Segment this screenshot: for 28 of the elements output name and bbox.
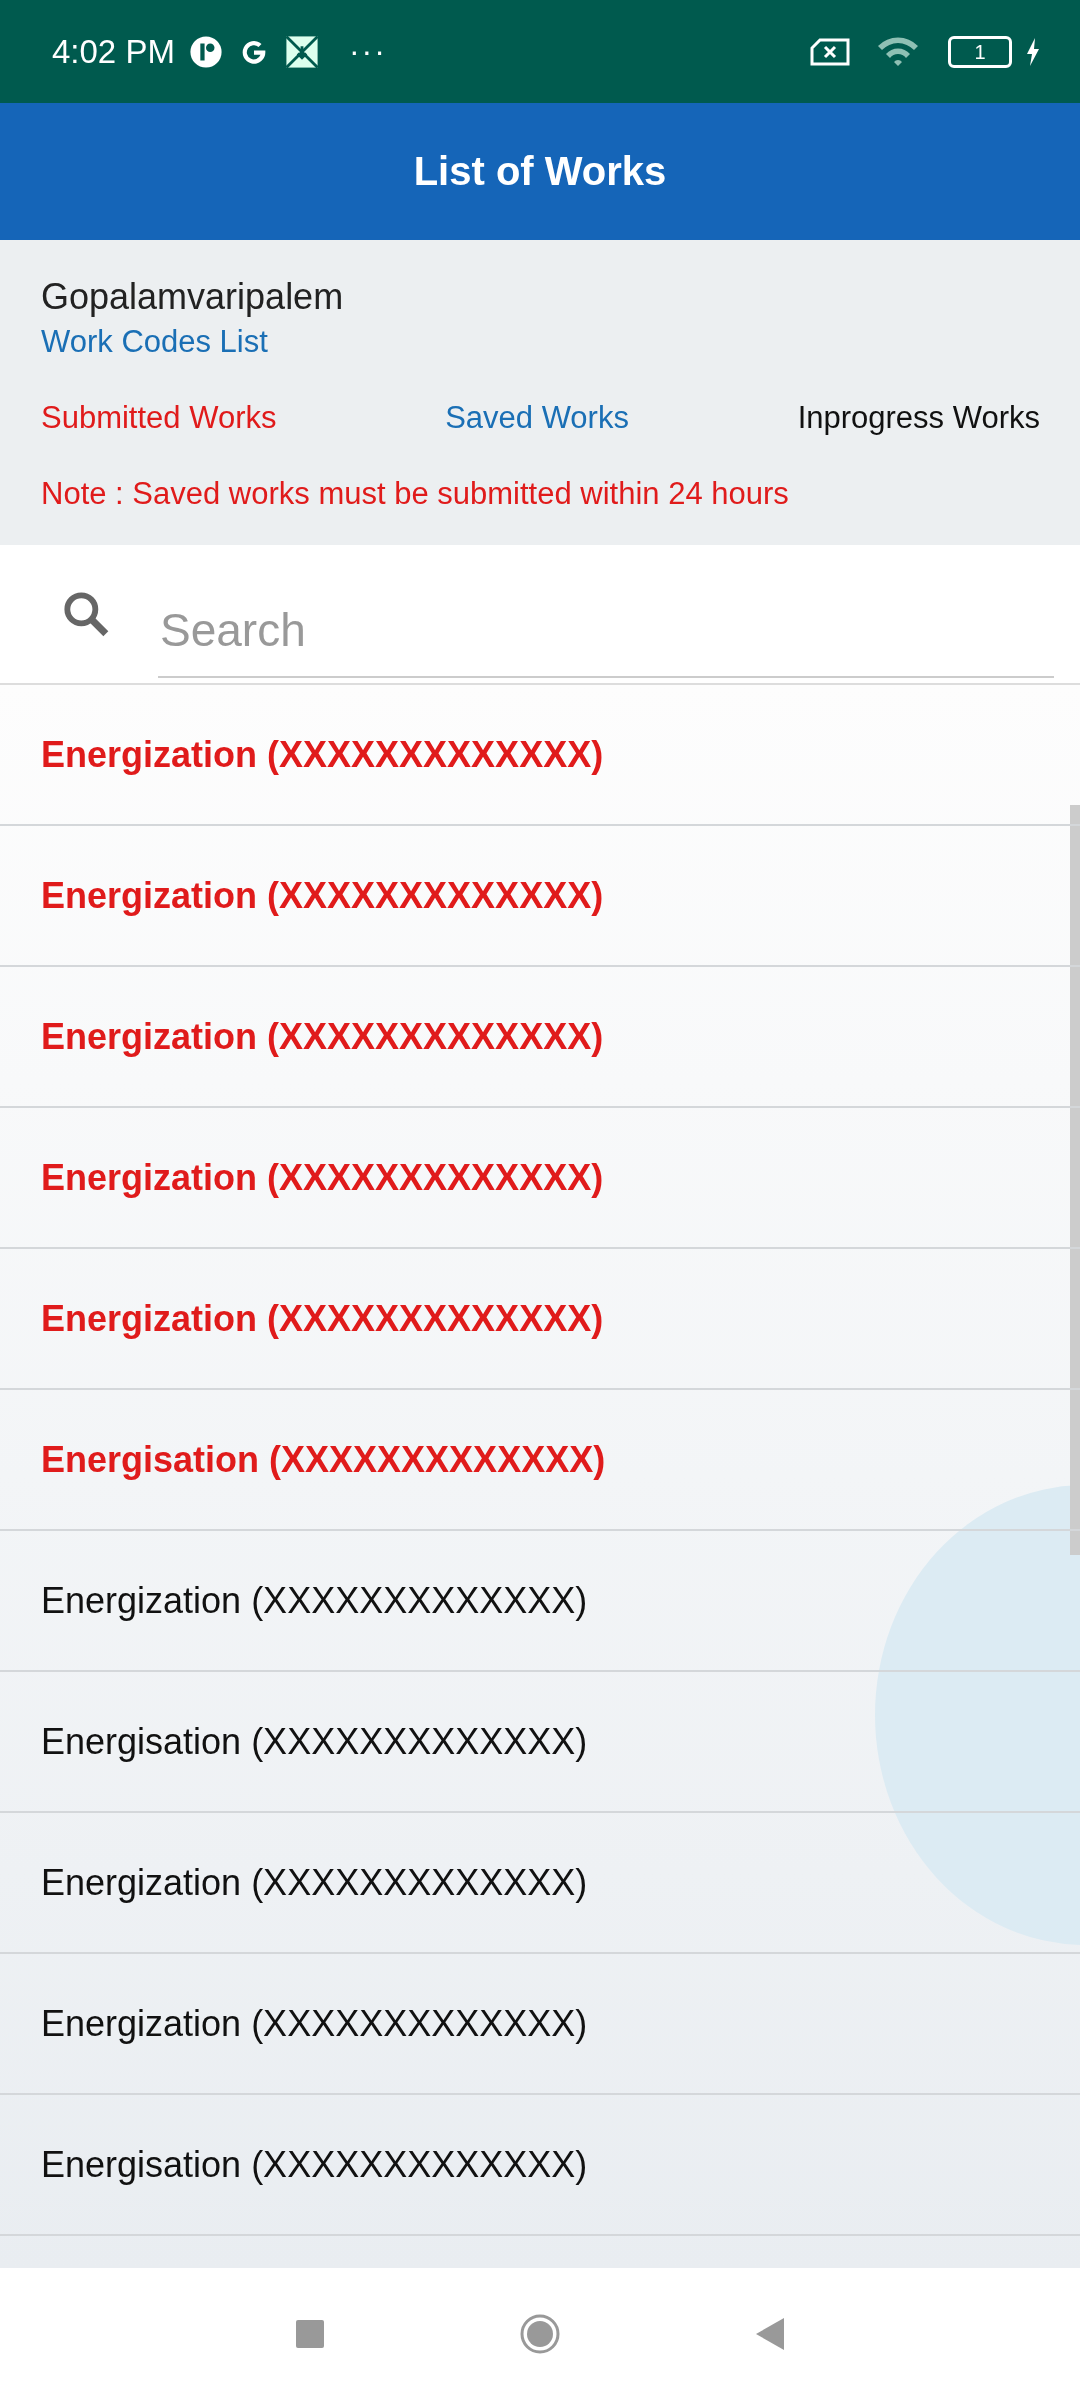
wifi-icon <box>876 35 920 68</box>
more-notifications: ··· <box>348 33 387 70</box>
charging-icon <box>1026 37 1040 66</box>
home-icon[interactable] <box>520 2314 560 2354</box>
work-item[interactable]: Energization (XXXXXXXXXXXXX) <box>41 2002 588 2045</box>
search-bar[interactable]: Search <box>0 545 1080 685</box>
work-item[interactable]: Energization (XXXXXXXXXXXXX) <box>41 1579 588 1622</box>
filter-link[interactable]: Inprogress Works <box>797 400 1040 436</box>
work-item[interactable]: Energization (XXXXXXXXXXXXX) <box>41 733 604 776</box>
filter-link[interactable]: Submitted Works <box>41 400 277 436</box>
note-text: Note : Saved works must be submitted within 24 hours <box>41 476 790 512</box>
screen-title: List of Works <box>413 149 667 194</box>
work-item[interactable]: Energisation (XXXXXXXXXXXXX) <box>41 1720 588 1763</box>
filter-link[interactable]: Saved Works <box>445 400 629 436</box>
work-item[interactable]: Energization (XXXXXXXXXXXXX) <box>41 1861 588 1904</box>
work-item[interactable]: Energisation (XXXXXXXXXXXXX) <box>41 2143 588 2186</box>
work-item[interactable]: Energization (XXXXXXXXXXXXX) <box>41 1015 604 1058</box>
app-notification-icon <box>188 34 223 69</box>
work-item[interactable]: Energization (XXXXXXXXXXXXX) <box>41 1156 604 1199</box>
battery-icon: 1 <box>948 35 1012 68</box>
work-codes-link[interactable]: Work Codes List <box>41 324 268 360</box>
village-name: Gopalamvaripalem <box>41 276 345 318</box>
status-time: 4:02 PM <box>52 32 175 71</box>
work-item[interactable]: Energisation (XXXXXXXXXXXXX) <box>41 1438 606 1481</box>
search-field[interactable]: Search <box>158 584 1054 678</box>
no-sim-icon <box>810 37 850 66</box>
work-item[interactable]: Energization (XXXXXXXXXXXXX) <box>41 1297 604 1340</box>
work-item[interactable]: Energization (XXXXXXXXXXXXX) <box>41 874 604 917</box>
